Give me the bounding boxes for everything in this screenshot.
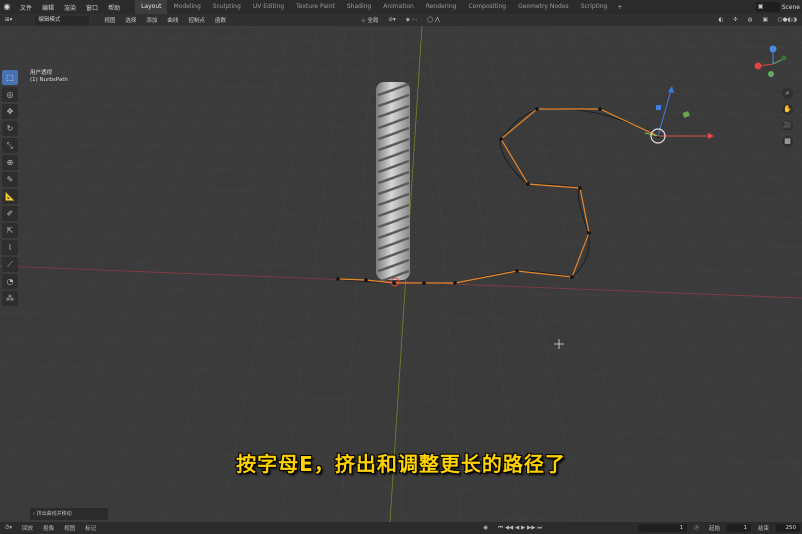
menu-control-points[interactable]: 控制点 <box>183 16 210 24</box>
editor-type-icon[interactable]: ⊞▾ <box>0 17 17 23</box>
menu-file[interactable]: 文件 <box>15 3 37 12</box>
top-bar: ◉ 文件 编辑 渲染 窗口 帮助 Layout Modeling Sculpti… <box>0 0 802 15</box>
start-label: 起始 <box>708 526 720 532</box>
control-point <box>515 269 519 273</box>
end-frame-field[interactable]: 250 <box>776 524 800 532</box>
visibility-icon[interactable]: ◐ <box>713 17 728 23</box>
start-frame-field[interactable]: 1 <box>726 524 751 532</box>
tilt-tool-icon[interactable]: ⟋ <box>2 257 18 272</box>
move-tool-icon[interactable]: ✥ <box>2 104 18 119</box>
zoom-icon[interactable]: ⌕ <box>782 88 793 99</box>
object-name: (1) NurbsPath <box>30 77 68 83</box>
blender-logo-icon[interactable]: ◉ <box>2 2 12 12</box>
scene-name[interactable]: Scene <box>782 4 802 11</box>
clock-icon[interactable]: ◷ <box>689 525 704 531</box>
menu-view[interactable]: 视图 <box>99 16 120 24</box>
video-subtitle: 按字母E，挤出和调整更长的路径了 <box>236 452 566 476</box>
radius-tool-icon[interactable]: ◔ <box>2 274 18 289</box>
control-point <box>422 281 426 285</box>
scale-tool-icon[interactable]: ⤡ <box>2 138 18 153</box>
menu-add[interactable]: 添加 <box>141 16 162 24</box>
orientation-label: 全局 <box>367 18 379 24</box>
transform-tool-icon[interactable]: ⊕ <box>2 155 18 170</box>
control-point <box>453 281 457 285</box>
tab-shading[interactable]: Shading <box>341 0 377 14</box>
timeline-bar: ⏱▾ 回放 抠像 视图 标记 ◉ ⏮ ◀◀ ◀ ▶ ▶▶ ⏭ 1 ◷ 起始 1 … <box>0 522 802 534</box>
control-point <box>570 275 574 279</box>
tab-animation[interactable]: Animation <box>377 0 420 14</box>
proportional-edit-icon[interactable]: ◯ ⋀ <box>422 17 444 23</box>
timeline-editor-icon[interactable]: ⏱▾ <box>0 525 17 532</box>
control-point <box>598 107 602 111</box>
last-operator-panel[interactable]: › 挤出曲线并移动 <box>30 508 108 520</box>
randomize-tool-icon[interactable]: ⁂ <box>2 291 18 306</box>
xray-toggle-icon[interactable]: ▣ <box>758 17 773 23</box>
tab-rendering[interactable]: Rendering <box>420 0 463 14</box>
playback-controls-icon[interactable]: ⏮ ◀◀ ◀ ▶ ▶▶ ⏭ <box>493 525 547 532</box>
draw-tool-icon[interactable]: ✐ <box>2 206 18 221</box>
menu-render[interactable]: 渲染 <box>59 3 81 12</box>
twisted-column <box>376 82 410 284</box>
timeline-menu-playback[interactable]: 回放 <box>17 524 38 532</box>
add-workspace-icon[interactable]: + <box>613 4 626 11</box>
menu-curve[interactable]: 曲线 <box>162 16 183 24</box>
gizmo-toggle-icon[interactable]: ✣ <box>728 17 743 23</box>
record-icon[interactable]: ◉ <box>478 525 493 531</box>
timeline-menu-keying[interactable]: 抠像 <box>38 524 59 532</box>
perspective-toggle-icon[interactable]: ▦ <box>782 136 793 147</box>
control-point <box>499 137 503 141</box>
control-point <box>526 182 530 186</box>
menu-help[interactable]: 帮助 <box>103 3 125 12</box>
snap-icon[interactable]: ◈ ⋯ <box>401 17 422 23</box>
cursor-tool-icon[interactable]: ◎ <box>2 87 18 102</box>
tab-compositing[interactable]: Compositing <box>462 0 512 14</box>
shading-modes-icon[interactable]: ○●◐◑ <box>773 17 802 23</box>
timeline-menu-view[interactable]: 视图 <box>59 524 80 532</box>
last-operator-label: 挤出曲线并移动 <box>36 511 72 517</box>
camera-view-icon[interactable]: 🎥 <box>782 120 793 131</box>
control-point <box>535 107 539 111</box>
orientation-navigator <box>754 45 787 77</box>
viewport-info: 用户透视 (1) NurbsPath <box>30 70 68 84</box>
pivot-icon[interactable]: ⊘▾ <box>383 17 400 23</box>
control-point <box>392 281 396 285</box>
control-point <box>364 278 368 282</box>
extrude-tool-icon[interactable]: ⇱ <box>2 223 18 238</box>
rotate-tool-icon[interactable]: ↻ <box>2 121 18 136</box>
select-tool-icon[interactable]: ⬚ <box>2 70 18 85</box>
mode-selector[interactable]: 编辑模式 <box>35 15 90 25</box>
tool-shelf: ⬚ ◎ ✥ ↻ ⤡ ⊕ ✎ 📐 ✐ ⇱ ⌇ ⟋ ◔ ⁂ <box>2 70 20 308</box>
viewport-header: ⊞▾ 编辑模式 视图 选择 添加 曲线 控制点 函数 ⊹ 全局 ⊘▾ ◈ ⋯ ◯… <box>0 14 802 26</box>
pan-hand-icon[interactable]: ✋ <box>782 104 793 115</box>
menu-segments[interactable]: 函数 <box>210 16 231 24</box>
tab-geometry-nodes[interactable]: Geometry Nodes <box>512 0 575 14</box>
control-point <box>587 231 591 235</box>
menu-window[interactable]: 窗口 <box>81 3 103 12</box>
end-label: 结束 <box>757 526 769 532</box>
annotate-tool-icon[interactable]: ✎ <box>2 172 18 187</box>
tab-modeling[interactable]: Modeling <box>167 0 206 14</box>
tab-texture-paint[interactable]: Texture Paint <box>290 0 341 14</box>
overlay-toggle-icon[interactable]: ◍ <box>743 17 758 23</box>
scene-selector-icon[interactable]: ▣ <box>755 2 780 12</box>
control-point <box>336 277 340 281</box>
current-frame-field[interactable]: 1 <box>639 524 688 532</box>
tab-scripting[interactable]: Scripting <box>575 0 614 14</box>
orientation-selector[interactable]: ⊹ 全局 <box>356 16 383 24</box>
curve-pen-tool-icon[interactable]: ⌇ <box>2 240 18 255</box>
tab-layout[interactable]: Layout <box>135 0 168 15</box>
control-point <box>578 186 582 190</box>
view-name: 用户透视 <box>30 70 53 76</box>
measure-tool-icon[interactable]: 📐 <box>2 189 18 204</box>
timeline-menu-marker[interactable]: 标记 <box>80 524 101 532</box>
tab-uv-editing[interactable]: UV Editing <box>247 0 290 14</box>
tab-sculpting[interactable]: Sculpting <box>207 0 247 14</box>
menu-select[interactable]: 选择 <box>120 16 141 24</box>
menu-edit[interactable]: 编辑 <box>37 3 59 12</box>
